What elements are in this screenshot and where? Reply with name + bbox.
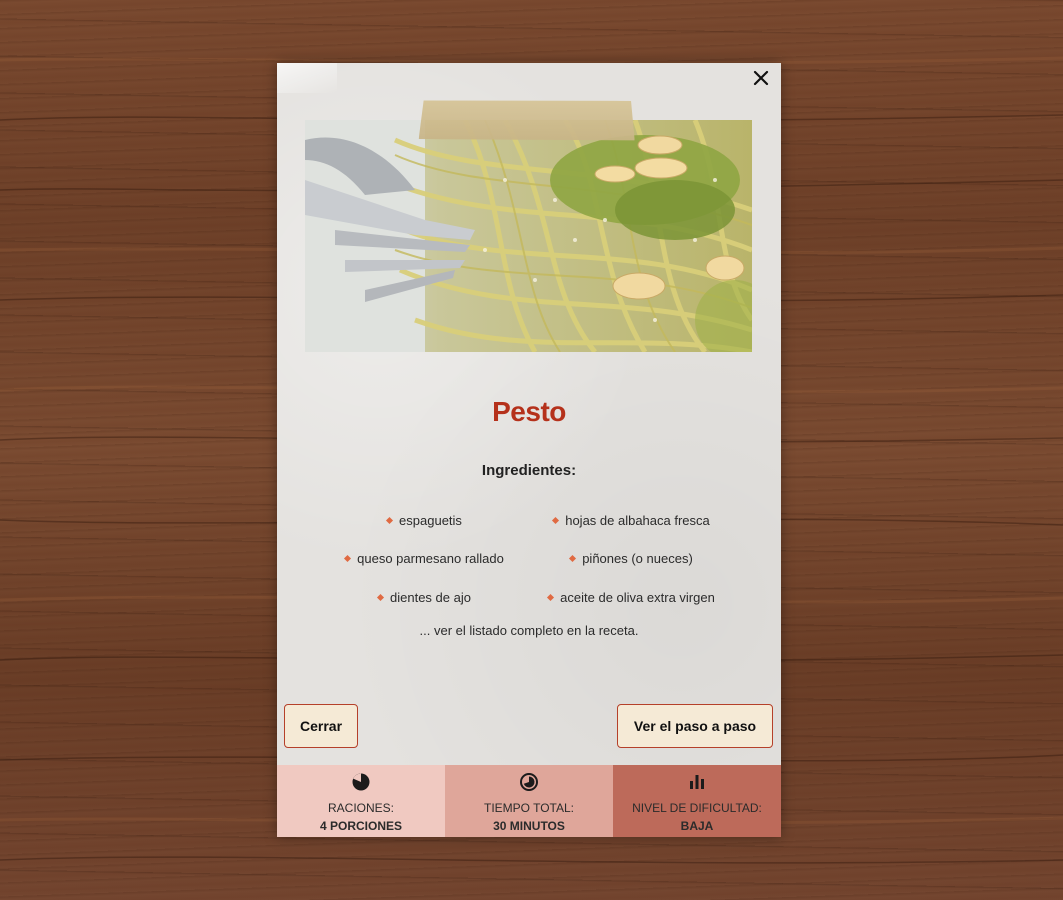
stat-difficulty: NIVEL DE DIFICULTAD: BAJA: [613, 765, 781, 837]
bullet-icon: [344, 555, 352, 563]
pesto-pasta-photo: [305, 120, 752, 352]
stat-servings: RACIONES: 4 PORCIONES: [277, 765, 445, 837]
recipe-card: Pesto Ingredientes: espaguetis hojas de …: [277, 63, 781, 837]
recipe-stats: RACIONES: 4 PORCIONES TIEMPO TOTAL: 30 M…: [277, 765, 781, 837]
card-fold-decoration: [277, 63, 337, 93]
bullet-icon: [569, 555, 577, 563]
ingredient-label: dientes de ajo: [390, 589, 471, 605]
close-button[interactable]: Cerrar: [284, 704, 358, 748]
ingredient-item: aceite de oliva extra virgen: [528, 578, 735, 617]
stat-label: TIEMPO TOTAL:: [483, 801, 575, 815]
recipe-title: Pesto: [492, 396, 566, 427]
stat-label: NIVEL DE DIFICULTAD:: [632, 801, 762, 815]
bullet-icon: [552, 516, 560, 524]
ingredients-heading: Ingredientes:: [481, 462, 577, 479]
stat-value: BAJA: [680, 819, 714, 833]
ingredients-list: espaguetis hojas de albahaca fresca ques…: [321, 501, 735, 617]
ingredient-label: aceite de oliva extra virgen: [560, 589, 715, 605]
stat-total-time: TIEMPO TOTAL: 30 MINUTOS: [445, 765, 613, 837]
ingredient-item: queso parmesano rallado: [321, 540, 528, 579]
pie-chart-icon: [351, 772, 371, 792]
stat-value: 4 PORCIONES: [319, 819, 403, 833]
bullet-icon: [547, 593, 555, 601]
ingredient-label: queso parmesano rallado: [357, 551, 504, 567]
ingredient-item: piñones (o nueces): [528, 540, 735, 579]
more-ingredients-text: ... ver el listado completo en la receta…: [419, 623, 639, 638]
ingredient-label: espaguetis: [399, 512, 462, 528]
ingredient-item: dientes de ajo: [321, 578, 528, 617]
stat-label: RACIONES:: [327, 801, 394, 815]
ingredient-item: espaguetis: [321, 501, 528, 540]
ingredient-label: hojas de albahaca fresca: [565, 512, 710, 528]
step-by-step-button[interactable]: Ver el paso a paso: [617, 704, 773, 748]
ingredient-label: piñones (o nueces): [582, 551, 693, 567]
tape-decoration: [419, 97, 636, 143]
timer-icon: [519, 772, 539, 792]
ingredient-item: hojas de albahaca fresca: [528, 501, 735, 540]
bullet-icon: [376, 593, 385, 601]
bar-chart-icon: [687, 772, 707, 792]
bullet-icon: [386, 516, 394, 524]
close-icon[interactable]: [749, 66, 773, 90]
stat-value: 30 MINUTOS: [493, 819, 565, 833]
